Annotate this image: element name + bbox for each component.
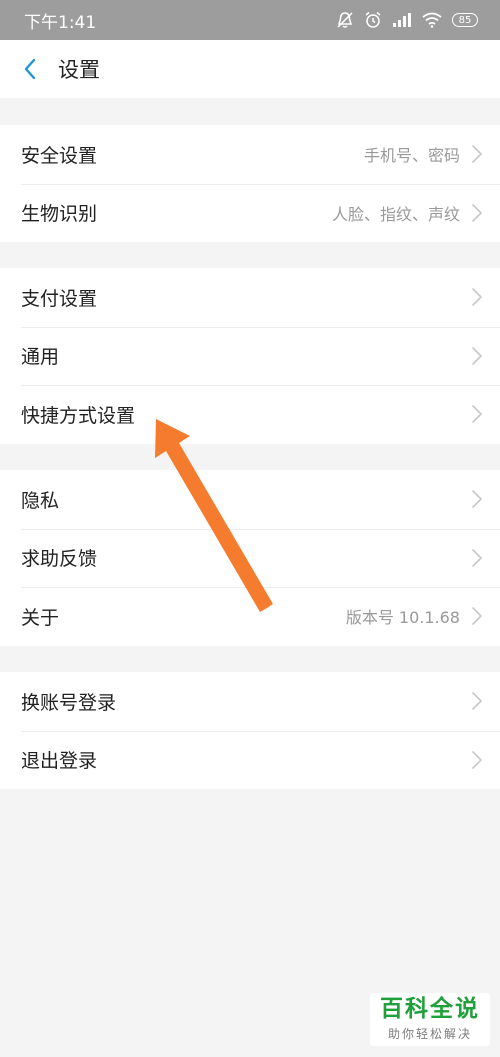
settings-item-label: 快捷方式设置 <box>21 404 136 427</box>
settings-item-payment[interactable]: 支付设置 <box>0 268 500 327</box>
back-button[interactable] <box>2 40 58 98</box>
settings-group-session: 换账号登录 退出登录 <box>0 672 500 789</box>
chevron-right-icon <box>472 145 482 164</box>
settings-item-switch-account[interactable]: 换账号登录 <box>0 672 500 731</box>
wifi-icon <box>422 12 442 28</box>
settings-item-value: 手机号、密码 <box>363 146 460 166</box>
settings-group-account: 安全设置 手机号、密码 生物识别 人脸、指纹、声纹 <box>0 125 500 242</box>
settings-item-label: 退出登录 <box>21 750 98 773</box>
chevron-right-icon <box>472 203 482 222</box>
status-time: 下午1:41 <box>24 12 97 33</box>
settings-item-label: 隐私 <box>21 489 60 512</box>
chevron-right-icon <box>472 607 482 626</box>
battery-icon: 85 <box>452 13 478 27</box>
settings-group-general: 支付设置 通用 快捷方式设置 <box>0 268 500 444</box>
watermark-logo: 百科全说 助你轻松解决 <box>370 993 490 1046</box>
signal-icon <box>393 13 411 27</box>
page-title: 设置 <box>58 58 100 82</box>
settings-item-label: 换账号登录 <box>21 691 117 714</box>
settings-item-feedback[interactable]: 求助反馈 <box>0 528 500 588</box>
chevron-right-icon <box>472 346 482 365</box>
chevron-right-icon <box>472 750 482 769</box>
settings-item-general[interactable]: 通用 <box>0 326 500 386</box>
settings-item-about[interactable]: 关于 版本号 10.1.68 <box>0 587 500 646</box>
watermark-subtitle: 助你轻松解决 <box>387 1026 472 1041</box>
page-header: 设置 <box>0 40 500 98</box>
settings-item-value: 人脸、指纹、声纹 <box>331 204 460 224</box>
settings-item-biometrics[interactable]: 生物识别 人脸、指纹、声纹 <box>0 183 500 243</box>
settings-item-label: 支付设置 <box>21 287 98 310</box>
chevron-right-icon <box>472 548 482 567</box>
alarm-icon <box>365 11 381 28</box>
watermark-title: 百科全说 <box>380 996 480 1023</box>
settings-item-label: 生物识别 <box>21 203 98 226</box>
settings-item-privacy[interactable]: 隐私 <box>0 470 500 529</box>
settings-item-value: 版本号 10.1.68 <box>345 608 460 628</box>
chevron-left-icon <box>24 58 36 80</box>
chevron-right-icon <box>472 490 482 509</box>
settings-item-label: 安全设置 <box>21 144 98 167</box>
settings-item-security[interactable]: 安全设置 手机号、密码 <box>0 125 500 184</box>
settings-group-privacy: 隐私 求助反馈 关于 版本号 10.1.68 <box>0 470 500 646</box>
settings-item-label: 求助反馈 <box>21 548 98 571</box>
silent-icon <box>337 12 353 28</box>
chevron-right-icon <box>472 288 482 307</box>
status-bar: 下午1:41 85 <box>0 0 500 40</box>
settings-item-label: 关于 <box>21 606 60 629</box>
settings-item-logout[interactable]: 退出登录 <box>0 730 500 790</box>
chevron-right-icon <box>472 692 482 711</box>
settings-item-label: 通用 <box>21 346 60 369</box>
chevron-right-icon <box>472 405 482 424</box>
settings-item-shortcuts[interactable]: 快捷方式设置 <box>0 385 500 444</box>
status-icons: 85 <box>336 11 478 29</box>
